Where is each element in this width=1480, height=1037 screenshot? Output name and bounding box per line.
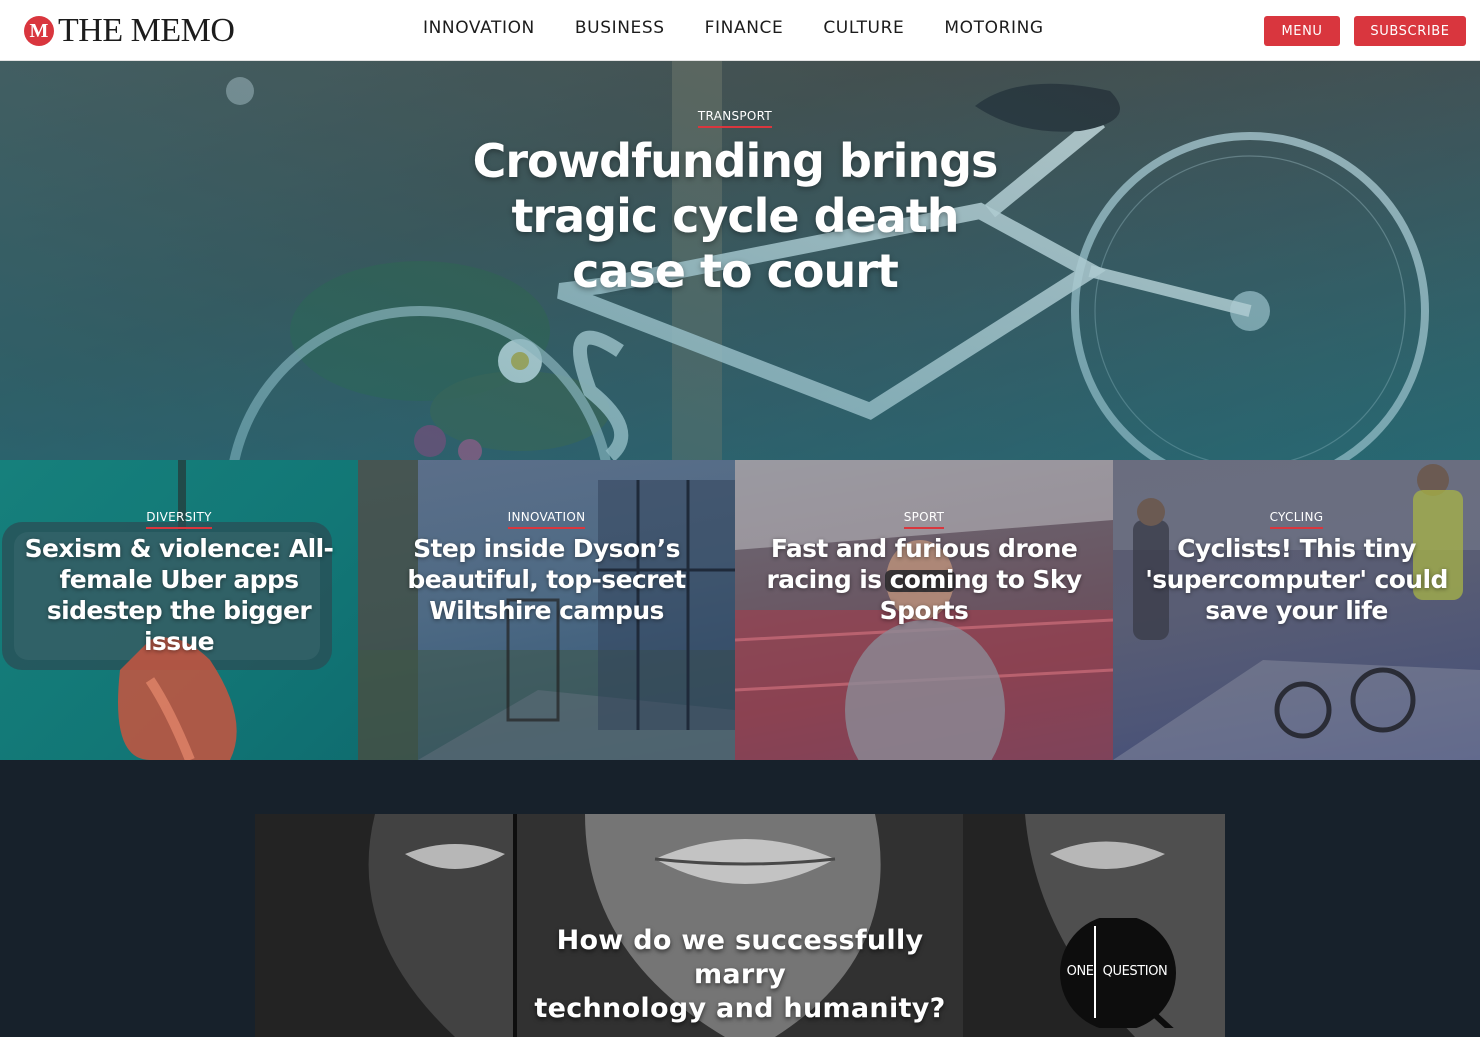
banner-question-line-1: How do we successfully marry: [556, 925, 924, 990]
card-category-label[interactable]: INNOVATION: [507, 510, 586, 529]
card-category-label[interactable]: CYCLING: [1269, 510, 1324, 529]
card-category-label[interactable]: SPORT: [903, 510, 945, 529]
card-text-block: INNOVATION Step inside Dyson’s beautiful…: [368, 508, 725, 626]
one-question-left-word: ONE: [1066, 964, 1094, 979]
main-nav: INNOVATION BUSINESS FINANCE CULTURE MOTO…: [423, 18, 1044, 38]
one-question-wordmark: ONE QUESTION: [1066, 964, 1168, 979]
nav-item-innovation[interactable]: INNOVATION: [423, 18, 535, 38]
site-logo[interactable]: M THE MEMO: [24, 12, 235, 49]
article-card-diversity[interactable]: DIVERSITY Sexism & violence: All-female …: [0, 460, 358, 760]
article-card-row: DIVERSITY Sexism & violence: All-female …: [0, 460, 1480, 760]
card-text-block: CYCLING Cyclists! This tiny 'supercomput…: [1123, 508, 1470, 626]
nav-item-finance[interactable]: FINANCE: [705, 18, 784, 38]
nav-item-culture[interactable]: CULTURE: [823, 18, 904, 38]
site-header: M THE MEMO INNOVATION BUSINESS FINANCE C…: [0, 0, 1480, 61]
card-text-block: DIVERSITY Sexism & violence: All-female …: [10, 508, 348, 657]
article-card-innovation[interactable]: INNOVATION Step inside Dyson’s beautiful…: [358, 460, 735, 760]
article-card-cycling[interactable]: CYCLING Cyclists! This tiny 'supercomput…: [1113, 460, 1480, 760]
hero-article[interactable]: TRANSPORT Crowdfunding brings tragic cyc…: [0, 61, 1480, 460]
card-headline[interactable]: Cyclists! This tiny 'supercomputer' coul…: [1123, 533, 1470, 626]
hero-headline-line-2: tragic cycle death: [511, 189, 959, 243]
nav-item-business[interactable]: BUSINESS: [575, 18, 665, 38]
card-headline[interactable]: Step inside Dyson’s beautiful, top-secre…: [368, 533, 725, 626]
card-text-block: SPORT Fast and furious drone racing is c…: [745, 508, 1103, 626]
logo-wordmark: THE MEMO: [58, 12, 235, 49]
card-category-label[interactable]: DIVERSITY: [146, 510, 212, 529]
hero-headline-line-1: Crowdfunding brings: [472, 134, 999, 188]
article-card-sport[interactable]: SPORT Fast and furious drone racing is c…: [735, 460, 1113, 760]
nav-item-motoring[interactable]: MOTORING: [944, 18, 1043, 38]
one-question-banner[interactable]: How do we successfully marry technology …: [255, 814, 1225, 1037]
card-headline[interactable]: Sexism & violence: All-female Uber apps …: [10, 533, 348, 657]
logo-m-badge-icon: M: [24, 16, 54, 46]
banner-question-line-2: technology and humanity?: [534, 993, 946, 1024]
one-question-right-word: QUESTION: [1102, 964, 1168, 979]
banner-question[interactable]: How do we successfully marry technology …: [515, 924, 965, 1026]
hero-text-block: TRANSPORT Crowdfunding brings tragic cyc…: [440, 107, 1030, 299]
menu-button[interactable]: MENU: [1264, 16, 1340, 46]
hero-headline-line-3: case to court: [572, 244, 899, 298]
hero-headline[interactable]: Crowdfunding brings tragic cycle death c…: [440, 134, 1030, 299]
card-headline[interactable]: Fast and furious drone racing is coming …: [745, 533, 1103, 626]
subscribe-button[interactable]: SUBSCRIBE: [1354, 16, 1466, 46]
hero-category-label[interactable]: TRANSPORT: [697, 109, 773, 128]
